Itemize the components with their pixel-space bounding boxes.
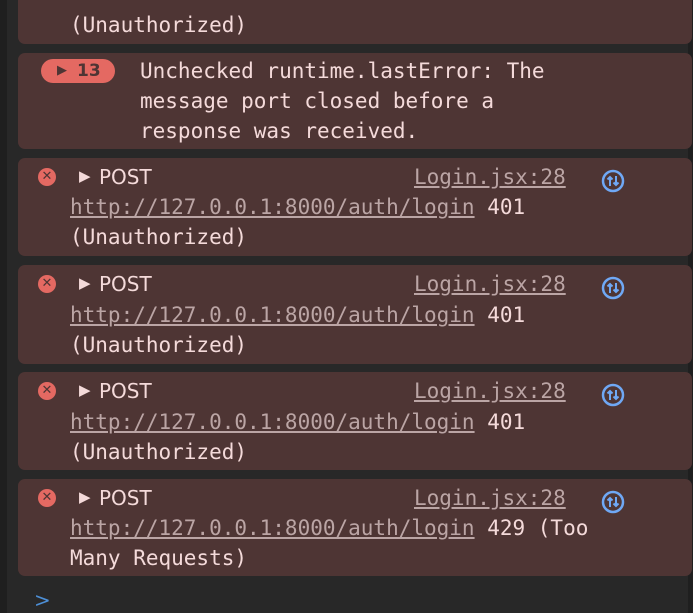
request-url-link[interactable]: http://127.0.0.1:8000/auth/login xyxy=(70,516,475,540)
request-url-link[interactable]: http://127.0.0.1:8000/auth/login xyxy=(70,410,475,434)
devtools-console: (Unauthorized) ▶ 13 Unchecked runtime.la… xyxy=(0,0,693,613)
network-request-icon[interactable] xyxy=(601,276,625,300)
status-text: Many Requests) xyxy=(70,546,248,570)
request-url-line: http://127.0.0.1:8000/auth/login 401 xyxy=(70,193,525,222)
request-method: POST xyxy=(99,272,152,296)
source-link[interactable]: Login.jsx:28 xyxy=(414,163,566,192)
status-text: (Unauthorized) xyxy=(70,333,248,357)
source-link[interactable]: Login.jsx:28 xyxy=(414,270,566,299)
console-network-error[interactable]: ✕ ▶ POST Login.jsx:28 http://127.0.0.1:8… xyxy=(18,265,692,364)
status-code: 401 xyxy=(474,303,526,327)
request-url-line: http://127.0.0.1:8000/auth/login 401 xyxy=(70,301,525,330)
status-text: (Unauthorized) xyxy=(70,13,248,37)
message-line-1: Unchecked runtime.lastError: The xyxy=(140,59,545,83)
network-request-icon[interactable] xyxy=(601,490,625,514)
error-circle-icon: ✕ xyxy=(38,489,56,507)
error-circle-icon: ✕ xyxy=(38,275,56,293)
request-method: POST xyxy=(99,379,152,403)
expand-triangle-icon[interactable]: ▶ xyxy=(79,376,91,405)
error-circle-icon: ✕ xyxy=(38,168,56,186)
request-url-line: http://127.0.0.1:8000/auth/login 429 (To… xyxy=(70,514,588,543)
network-request-icon[interactable] xyxy=(601,383,625,407)
status-text: (Unauthorized) xyxy=(70,225,248,249)
network-request-icon[interactable] xyxy=(601,169,625,193)
expand-triangle-icon: ▶ xyxy=(57,63,67,78)
status-text: (Unauthorized) xyxy=(70,440,248,464)
request-method: POST xyxy=(99,486,152,510)
request-method: POST xyxy=(99,165,152,189)
expand-triangle-icon[interactable]: ▶ xyxy=(79,269,91,298)
console-network-error[interactable]: ✕ ▶ POST Login.jsx:28 http://127.0.0.1:8… xyxy=(18,372,692,470)
request-url-link[interactable]: http://127.0.0.1:8000/auth/login xyxy=(70,195,475,219)
console-left-gutter xyxy=(0,0,7,613)
console-prompt-chevron-icon[interactable]: > xyxy=(34,588,51,612)
expand-triangle-icon[interactable]: ▶ xyxy=(79,483,91,512)
request-url-link[interactable]: http://127.0.0.1:8000/auth/login xyxy=(70,303,475,327)
console-network-error[interactable]: ✕ ▶ POST Login.jsx:28 http://127.0.0.1:8… xyxy=(18,479,692,576)
expand-triangle-icon[interactable]: ▶ xyxy=(79,162,91,191)
repeat-count-badge[interactable]: ▶ 13 xyxy=(41,59,115,83)
message-line-3: response was received. xyxy=(140,119,419,143)
source-link[interactable]: Login.jsx:28 xyxy=(414,484,566,513)
request-url-line: http://127.0.0.1:8000/auth/login 401 xyxy=(70,408,525,437)
status-code: 401 xyxy=(474,410,526,434)
message-line-2: message port closed before a xyxy=(140,89,495,113)
status-code: 429 (Too xyxy=(474,516,589,540)
source-link[interactable]: Login.jsx:28 xyxy=(414,377,566,406)
status-code: 401 xyxy=(474,195,526,219)
console-grouped-error[interactable]: ▶ 13 Unchecked runtime.lastError: The me… xyxy=(18,53,692,149)
repeat-count: 13 xyxy=(77,61,101,81)
console-error-message-partial: (Unauthorized) xyxy=(18,0,692,44)
error-circle-icon: ✕ xyxy=(38,382,56,400)
console-network-error[interactable]: ✕ ▶ POST Login.jsx:28 http://127.0.0.1:8… xyxy=(18,158,692,256)
